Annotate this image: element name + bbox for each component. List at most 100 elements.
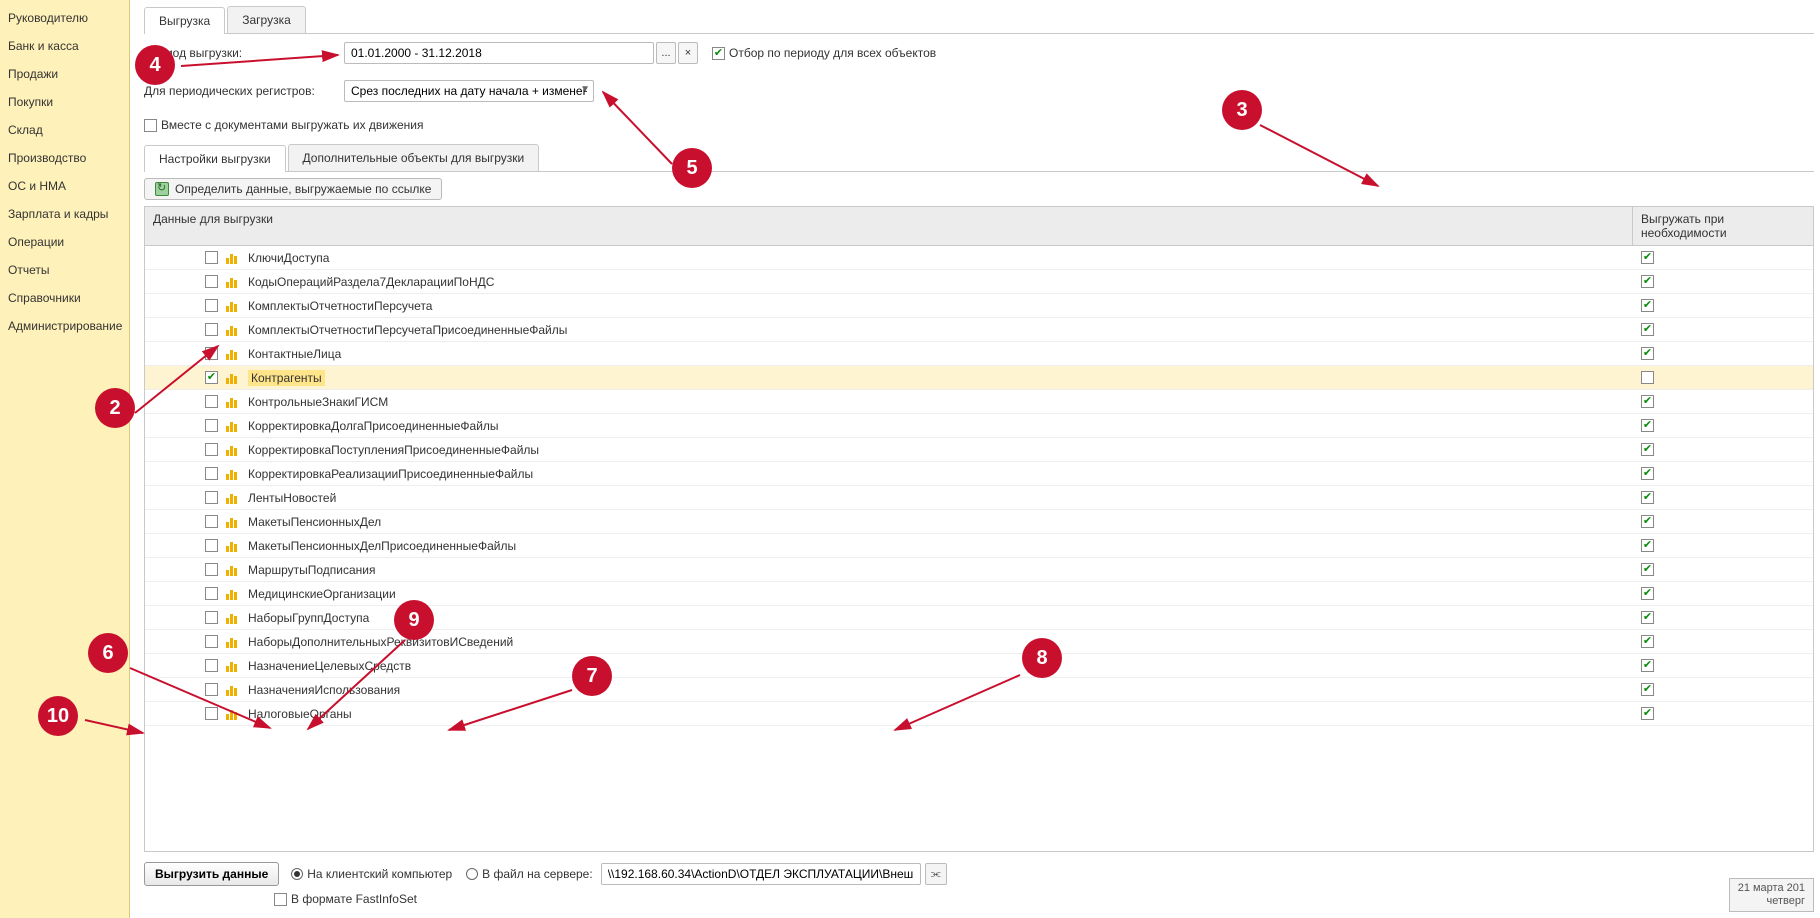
row-select-checkbox[interactable] bbox=[205, 683, 218, 696]
row-necessity-checkbox[interactable] bbox=[1641, 467, 1654, 480]
row-necessity-checkbox[interactable] bbox=[1641, 563, 1654, 576]
server-path-input[interactable] bbox=[601, 863, 921, 885]
row-necessity-checkbox[interactable] bbox=[1641, 347, 1654, 360]
row-label: КомплектыОтчетностиПерсучетаПрисоединенн… bbox=[248, 323, 567, 337]
row-necessity-checkbox[interactable] bbox=[1641, 515, 1654, 528]
export-data-button[interactable]: Выгрузить данные bbox=[144, 862, 279, 886]
row-select-checkbox[interactable] bbox=[205, 371, 218, 384]
export-movements-label: Вместе с документами выгружать их движен… bbox=[161, 118, 424, 132]
sidebar-item-stock[interactable]: Склад bbox=[0, 116, 129, 144]
detect-linked-data-button[interactable]: Определить данные, выгружаемые по ссылке bbox=[144, 178, 442, 200]
subtab-extra-objects[interactable]: Дополнительные объекты для выгрузки bbox=[288, 144, 540, 171]
row-necessity-checkbox[interactable] bbox=[1641, 251, 1654, 264]
export-movements-checkbox[interactable] bbox=[144, 119, 157, 132]
top-tabs: Выгрузка Загрузка bbox=[144, 6, 1814, 34]
table-row[interactable]: КонтрольныеЗнакиГИСМ bbox=[145, 390, 1813, 414]
row-select-checkbox[interactable] bbox=[205, 539, 218, 552]
row-select-checkbox[interactable] bbox=[205, 515, 218, 528]
table-row[interactable]: МакетыПенсионныхДелПрисоединенныеФайлы bbox=[145, 534, 1813, 558]
table-row[interactable]: НазначениеЦелевыхСредств bbox=[145, 654, 1813, 678]
row-necessity-checkbox[interactable] bbox=[1641, 419, 1654, 432]
table-row[interactable]: МедицинскиеОрганизации bbox=[145, 582, 1813, 606]
row-necessity-checkbox[interactable] bbox=[1641, 683, 1654, 696]
table-row[interactable]: МаршрутыПодписания bbox=[145, 558, 1813, 582]
sidebar-item-sales[interactable]: Продажи bbox=[0, 60, 129, 88]
row-select-checkbox[interactable] bbox=[205, 467, 218, 480]
row-necessity-checkbox[interactable] bbox=[1641, 611, 1654, 624]
row-necessity-checkbox[interactable] bbox=[1641, 707, 1654, 720]
row-select-checkbox[interactable] bbox=[205, 707, 218, 720]
row-select-checkbox[interactable] bbox=[205, 275, 218, 288]
table-row[interactable]: НаборыДополнительныхРеквизитовИСведений bbox=[145, 630, 1813, 654]
sidebar-item-assets[interactable]: ОС и НМА bbox=[0, 172, 129, 200]
period-filter-checkbox[interactable] bbox=[712, 47, 725, 60]
period-input[interactable] bbox=[344, 42, 654, 64]
table-row[interactable]: Контрагенты bbox=[145, 366, 1813, 390]
table-row[interactable]: КорректировкаПоступленияПрисоединенныеФа… bbox=[145, 438, 1813, 462]
row-select-checkbox[interactable] bbox=[205, 635, 218, 648]
registers-select[interactable]: ▼ bbox=[344, 80, 594, 102]
table-row[interactable]: НаборыГруппДоступа bbox=[145, 606, 1813, 630]
table-row[interactable]: МакетыПенсионныхДел bbox=[145, 510, 1813, 534]
row-select-checkbox[interactable] bbox=[205, 347, 218, 360]
row-select-checkbox[interactable] bbox=[205, 323, 218, 336]
browse-button[interactable]: ⫘ bbox=[925, 863, 947, 885]
sidebar-item-reports[interactable]: Отчеты bbox=[0, 256, 129, 284]
table-row[interactable]: КорректировкаДолгаПрисоединенныеФайлы bbox=[145, 414, 1813, 438]
sidebar-item-catalogs[interactable]: Справочники bbox=[0, 284, 129, 312]
row-necessity-checkbox[interactable] bbox=[1641, 587, 1654, 600]
sidebar-item-admin[interactable]: Администрирование bbox=[0, 312, 129, 340]
row-necessity-checkbox[interactable] bbox=[1641, 395, 1654, 408]
row-select-checkbox[interactable] bbox=[205, 443, 218, 456]
col-header-data[interactable]: Данные для выгрузки bbox=[145, 207, 1633, 245]
row-select-checkbox[interactable] bbox=[205, 395, 218, 408]
sidebar-item-operations[interactable]: Операции bbox=[0, 228, 129, 256]
row-necessity-checkbox[interactable] bbox=[1641, 275, 1654, 288]
tab-import[interactable]: Загрузка bbox=[227, 6, 306, 33]
row-select-checkbox[interactable] bbox=[205, 419, 218, 432]
detect-linked-data-label: Определить данные, выгружаемые по ссылке bbox=[175, 182, 431, 196]
row-select-checkbox[interactable] bbox=[205, 587, 218, 600]
sidebar-item-manager[interactable]: Руководителю bbox=[0, 4, 129, 32]
subtab-settings[interactable]: Настройки выгрузки bbox=[144, 145, 286, 172]
table-row[interactable]: КлючиДоступа bbox=[145, 246, 1813, 270]
table-row[interactable]: ЛентыНовостей bbox=[145, 486, 1813, 510]
sidebar-item-purchases[interactable]: Покупки bbox=[0, 88, 129, 116]
row-select-checkbox[interactable] bbox=[205, 563, 218, 576]
fastinfoset-checkbox[interactable] bbox=[274, 893, 287, 906]
row-necessity-checkbox[interactable] bbox=[1641, 299, 1654, 312]
table-row[interactable]: КомплектыОтчетностиПерсучетаПрисоединенн… bbox=[145, 318, 1813, 342]
row-necessity-checkbox[interactable] bbox=[1641, 659, 1654, 672]
row-necessity-checkbox[interactable] bbox=[1641, 323, 1654, 336]
radio-client[interactable] bbox=[291, 868, 303, 880]
table-row[interactable]: КорректировкаРеализацииПрисоединенныеФай… bbox=[145, 462, 1813, 486]
col-header-necessity[interactable]: Выгружать при необходимости bbox=[1633, 207, 1813, 245]
export-grid: Данные для выгрузки Выгружать при необхо… bbox=[144, 206, 1814, 852]
row-select-checkbox[interactable] bbox=[205, 659, 218, 672]
radio-server[interactable] bbox=[466, 868, 478, 880]
row-necessity-checkbox[interactable] bbox=[1641, 491, 1654, 504]
row-select-checkbox[interactable] bbox=[205, 299, 218, 312]
table-row[interactable]: НалоговыеОрганы bbox=[145, 702, 1813, 726]
row-necessity-checkbox[interactable] bbox=[1641, 635, 1654, 648]
row-necessity-checkbox[interactable] bbox=[1641, 443, 1654, 456]
table-row[interactable]: КонтактныеЛица bbox=[145, 342, 1813, 366]
table-row[interactable]: НазначенияИспользования bbox=[145, 678, 1813, 702]
period-clear-button[interactable]: × bbox=[678, 42, 698, 64]
sidebar-item-production[interactable]: Производство bbox=[0, 144, 129, 172]
period-choose-button[interactable]: ... bbox=[656, 42, 676, 64]
sidebar-item-salary[interactable]: Зарплата и кадры bbox=[0, 200, 129, 228]
catalog-icon bbox=[226, 708, 240, 720]
row-select-checkbox[interactable] bbox=[205, 611, 218, 624]
sidebar-item-bank[interactable]: Банк и касса bbox=[0, 32, 129, 60]
registers-value[interactable] bbox=[344, 80, 594, 102]
row-select-checkbox[interactable] bbox=[205, 491, 218, 504]
period-label: Период выгрузки: bbox=[144, 46, 344, 60]
tab-export[interactable]: Выгрузка bbox=[144, 7, 225, 34]
row-select-checkbox[interactable] bbox=[205, 251, 218, 264]
row-necessity-checkbox[interactable] bbox=[1641, 539, 1654, 552]
table-row[interactable]: КомплектыОтчетностиПерсучета bbox=[145, 294, 1813, 318]
catalog-icon bbox=[226, 324, 240, 336]
table-row[interactable]: КодыОперацийРаздела7ДекларацииПоНДС bbox=[145, 270, 1813, 294]
row-necessity-checkbox[interactable] bbox=[1641, 371, 1654, 384]
